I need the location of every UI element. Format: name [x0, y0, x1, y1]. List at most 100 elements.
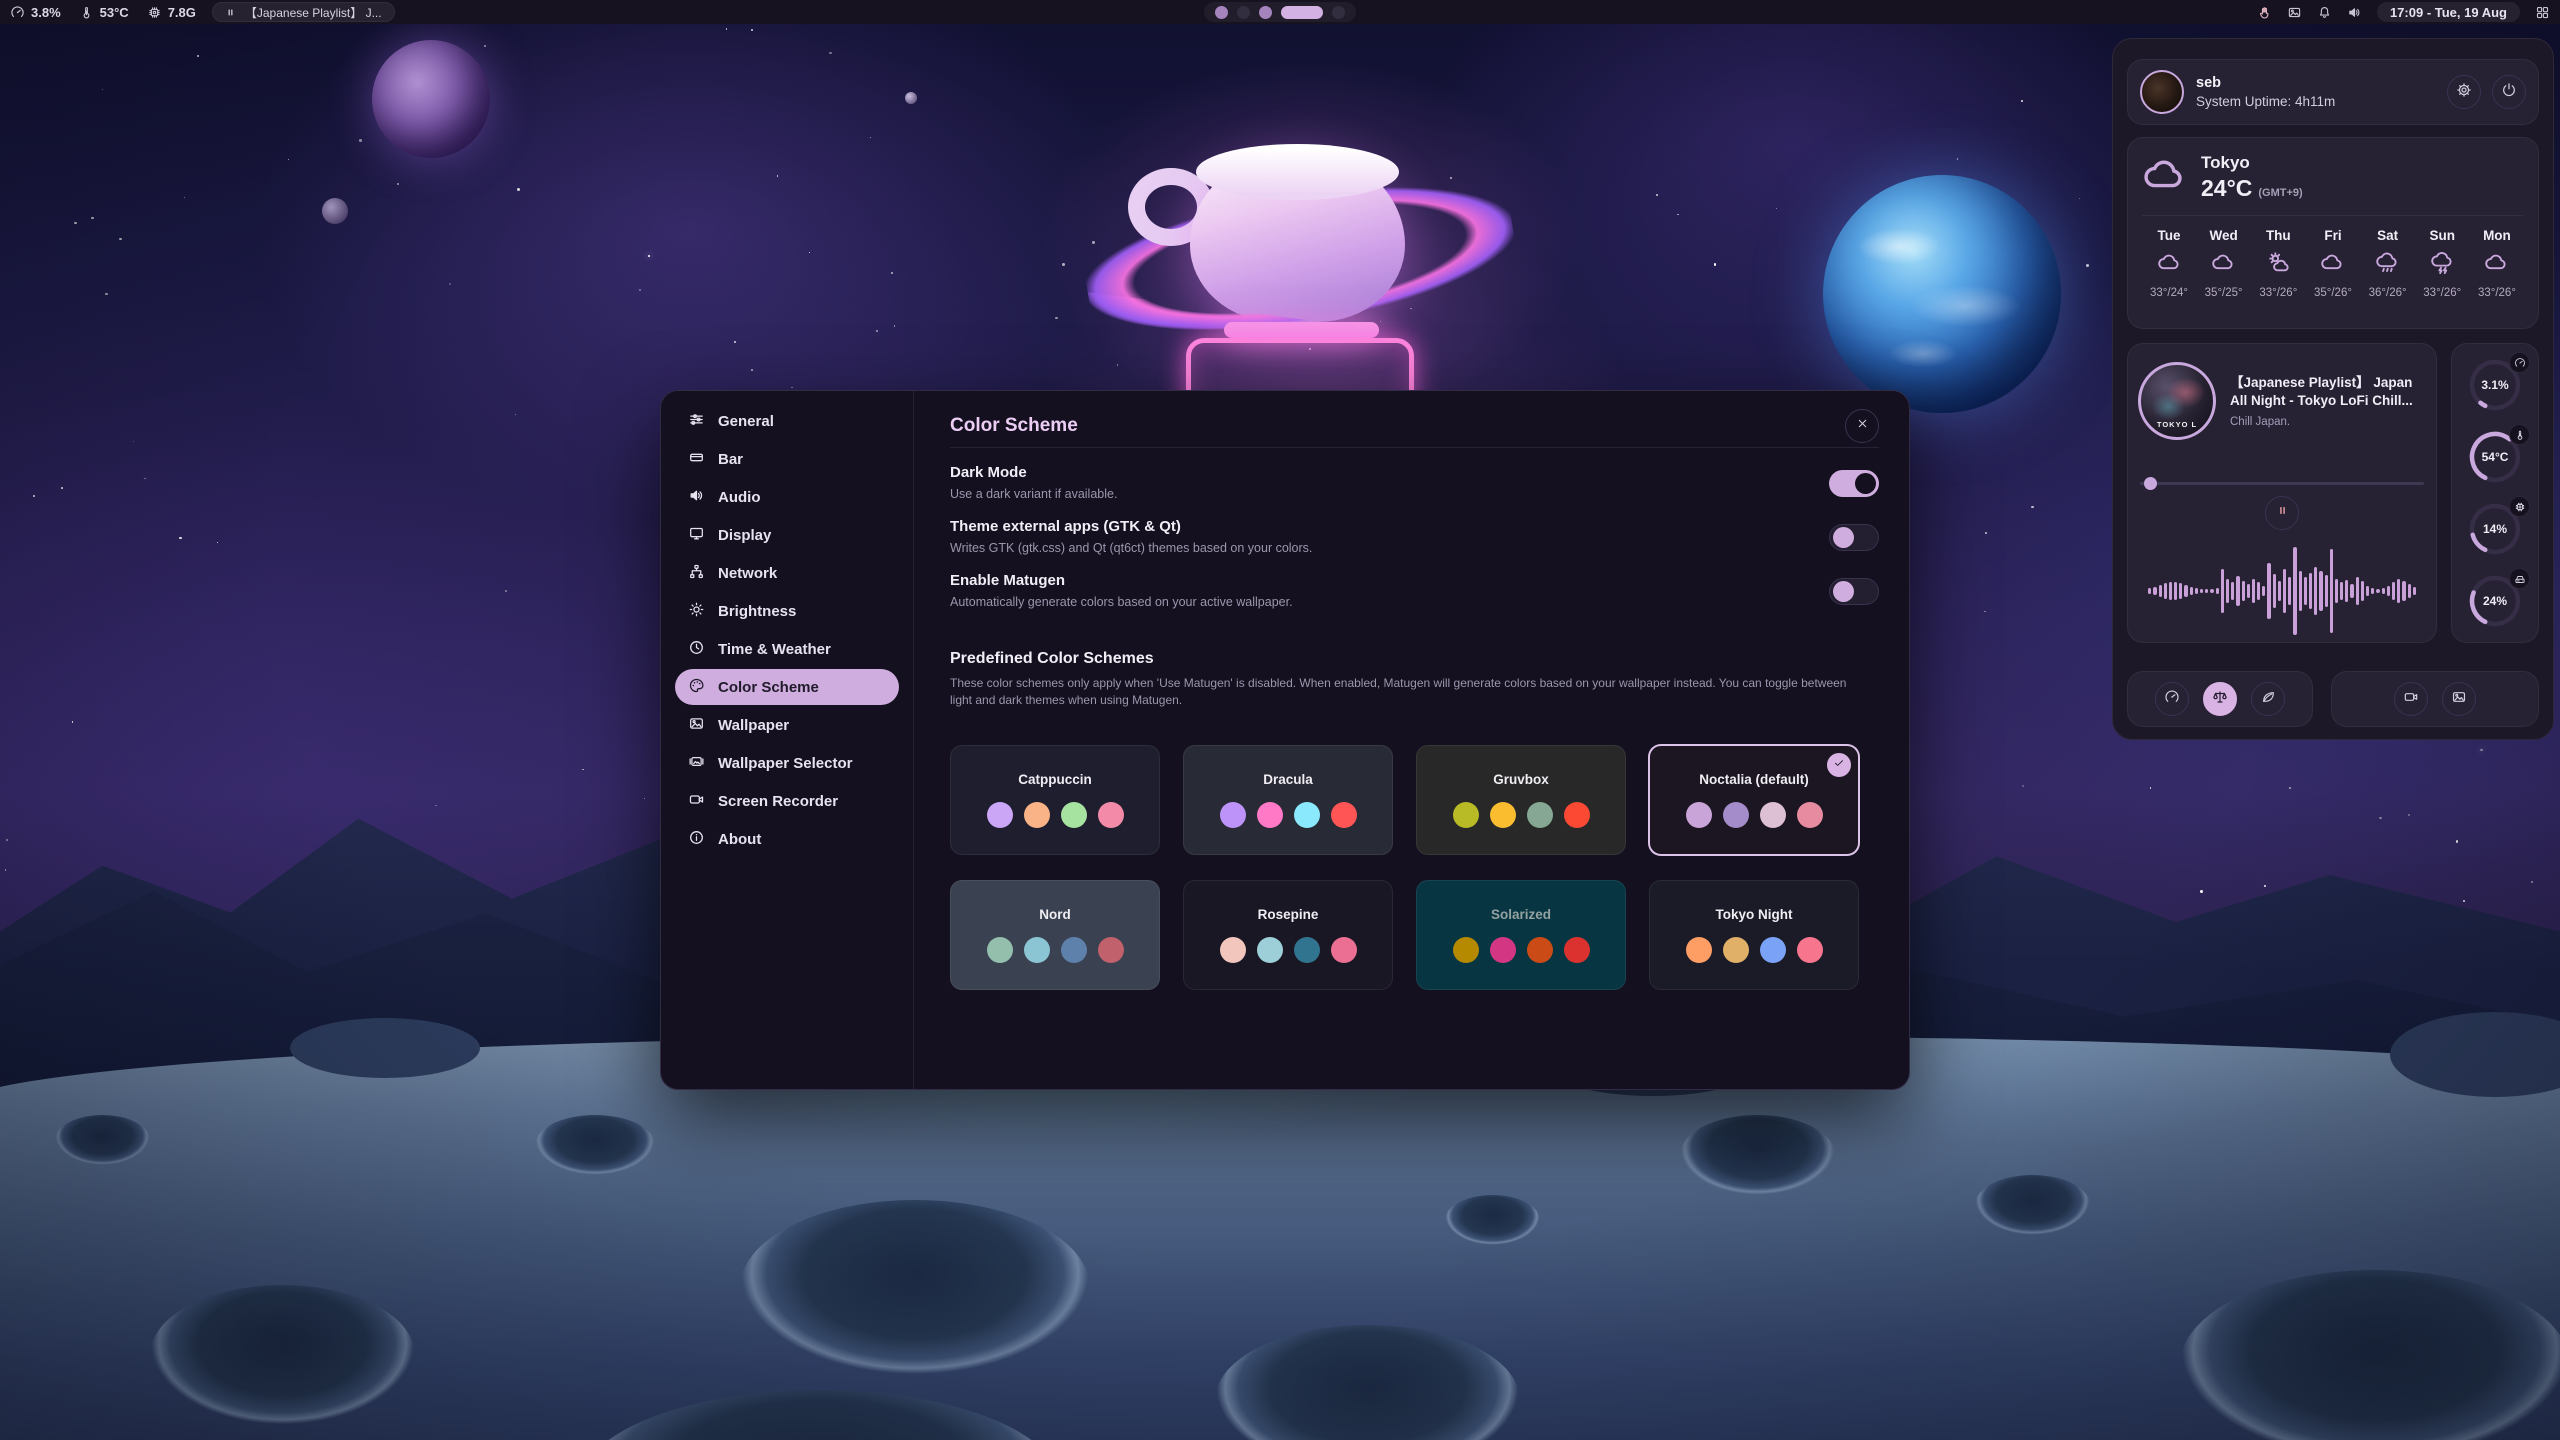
viz-bar	[2402, 581, 2405, 601]
color-swatch	[1723, 802, 1749, 828]
cpu-usage-module[interactable]: 3.8%	[10, 5, 61, 20]
weather-temperature: 24°C	[2201, 175, 2252, 202]
scheme-swatches	[1686, 937, 1823, 963]
sidebar-label: General	[718, 413, 774, 430]
sidebar-item-screen-recorder[interactable]: Screen Recorder	[675, 783, 899, 819]
color-swatch	[1024, 802, 1050, 828]
quick-actions-row	[2127, 671, 2539, 727]
temperature-module[interactable]: 53°C	[79, 5, 129, 20]
scheme-swatches	[987, 802, 1124, 828]
sidebar-label: About	[718, 831, 761, 848]
scheme-name: Tokyo Night	[1716, 907, 1793, 922]
viz-bar	[2205, 589, 2208, 593]
progress-knob[interactable]	[2144, 477, 2157, 490]
volume-icon[interactable]	[2347, 5, 2362, 20]
cpu-gauge-value: 3.1%	[2481, 378, 2508, 392]
viz-bar	[2408, 584, 2411, 598]
workspace-dot-2[interactable]	[1237, 6, 1250, 19]
sidebar-item-bar[interactable]: Bar	[675, 441, 899, 477]
performance-profile-button[interactable]	[2155, 682, 2189, 716]
sidebar-item-general[interactable]: General	[675, 403, 899, 439]
launcher-grid-icon[interactable]	[2535, 5, 2550, 20]
sidebar-item-network[interactable]: Network	[675, 555, 899, 591]
sidebar-item-wallpaper-selector[interactable]: Wallpaper Selector	[675, 745, 899, 781]
album-art[interactable]: TOKYO L	[2138, 362, 2216, 440]
forecast-day-label: Fri	[2324, 228, 2341, 243]
viz-bar	[2325, 575, 2328, 607]
forecast-temps: 36°/26°	[2369, 287, 2407, 299]
pause-button[interactable]	[2265, 496, 2299, 530]
workspace-dot-1[interactable]	[1215, 6, 1228, 19]
hand-tray-icon[interactable]	[2257, 5, 2272, 20]
balanced-profile-button[interactable]	[2203, 682, 2237, 716]
toggle-knob	[1855, 473, 1876, 494]
forecast-day-label: Sat	[2377, 228, 2398, 243]
sidebar-item-audio[interactable]: Audio	[675, 479, 899, 515]
color-swatch	[1453, 802, 1479, 828]
powersave-profile-button[interactable]	[2251, 682, 2285, 716]
viz-bar	[2345, 580, 2348, 602]
viz-bar	[2413, 587, 2416, 595]
color-swatch	[1061, 937, 1087, 963]
sidebar-item-display[interactable]: Display	[675, 517, 899, 553]
viz-bar	[2283, 569, 2286, 613]
viz-bar	[2174, 582, 2177, 600]
sidebar-item-brightness[interactable]: Brightness	[675, 593, 899, 629]
theme-external-apps-row: Theme external apps (GTK & Qt) Writes GT…	[950, 518, 1879, 556]
scheme-card-dracula[interactable]: Dracula	[1183, 745, 1393, 855]
bell-icon[interactable]	[2317, 5, 2332, 20]
sidebar-label: Time & Weather	[718, 641, 831, 658]
workspace-dot-4[interactable]	[1281, 6, 1323, 19]
forecast-temps: 33°/26°	[2423, 287, 2461, 299]
speedometer-icon	[2509, 352, 2530, 373]
forecast-day: Sat 36°/26°	[2363, 228, 2413, 299]
power-button[interactable]	[2492, 75, 2526, 109]
desktop: 3.8% 53°C 7.8G 【Japanese Playlist】 J...	[0, 0, 2560, 1440]
viz-bar	[2153, 587, 2156, 595]
viz-bar	[2309, 573, 2312, 609]
forecast-day: Sun 33°/26°	[2417, 228, 2467, 299]
bar-media-pill[interactable]: 【Japanese Playlist】 J...	[212, 2, 395, 22]
enable-matugen-row: Enable Matugen Automatically generate co…	[950, 572, 1879, 610]
screen-record-button[interactable]	[2394, 682, 2428, 716]
scheme-card-solarized[interactable]: Solarized	[1416, 880, 1626, 990]
viz-bar	[2361, 581, 2364, 601]
clock-widget[interactable]: 17:09 - Tue, 19 Aug	[2377, 2, 2520, 22]
audio-visualizer	[2138, 544, 2426, 638]
enable-matugen-toggle[interactable]	[1829, 578, 1879, 605]
user-actions	[2447, 75, 2526, 109]
wallpaper-icon[interactable]	[2287, 5, 2302, 20]
theme-external-apps-toggle[interactable]	[1829, 524, 1879, 551]
scheme-swatches	[1220, 937, 1357, 963]
scheme-card-noctalia[interactable]: Noctalia (default)	[1649, 745, 1859, 855]
sidebar-item-wallpaper[interactable]: Wallpaper	[675, 707, 899, 743]
settings-sidebar: General Bar Audio Display Network Bright…	[661, 391, 914, 1089]
top-bar: 3.8% 53°C 7.8G 【Japanese Playlist】 J...	[0, 0, 2560, 24]
forecast-temps: 35°/25°	[2205, 287, 2243, 299]
sidebar-item-about[interactable]: About	[675, 821, 899, 857]
enable-matugen-text: Enable Matugen Automatically generate co…	[950, 572, 1293, 610]
memory-module[interactable]: 7.8G	[147, 5, 196, 20]
cloud-icon	[2142, 152, 2188, 203]
dark-mode-toggle[interactable]	[1829, 470, 1879, 497]
settings-window: General Bar Audio Display Network Bright…	[660, 390, 1910, 1090]
viz-bar	[2314, 567, 2317, 615]
color-swatch	[1453, 937, 1479, 963]
scheme-card-gruvbox[interactable]: Gruvbox	[1416, 745, 1626, 855]
sidebar-label: Bar	[718, 451, 743, 468]
scheme-card-catppuccin[interactable]: Catppuccin	[950, 745, 1160, 855]
sidebar-item-color-scheme[interactable]: Color Scheme	[675, 669, 899, 705]
wallpaper-button[interactable]	[2442, 682, 2476, 716]
sidebar-item-time-weather[interactable]: Time & Weather	[675, 631, 899, 667]
scheme-card-nord[interactable]: Nord	[950, 880, 1160, 990]
cloud-icon	[2157, 250, 2182, 280]
forecast-day-label: Mon	[2483, 228, 2511, 243]
scheme-card-rosepine[interactable]: Rosepine	[1183, 880, 1393, 990]
scheme-card-tokyo-night[interactable]: Tokyo Night	[1649, 880, 1859, 990]
toggle-knob	[1833, 527, 1854, 548]
workspace-dot-3[interactable]	[1259, 6, 1272, 19]
media-progress-bar[interactable]	[2140, 482, 2424, 485]
settings-button[interactable]	[2447, 75, 2481, 109]
close-button[interactable]	[1845, 409, 1879, 443]
workspace-dot-5[interactable]	[1332, 6, 1345, 19]
